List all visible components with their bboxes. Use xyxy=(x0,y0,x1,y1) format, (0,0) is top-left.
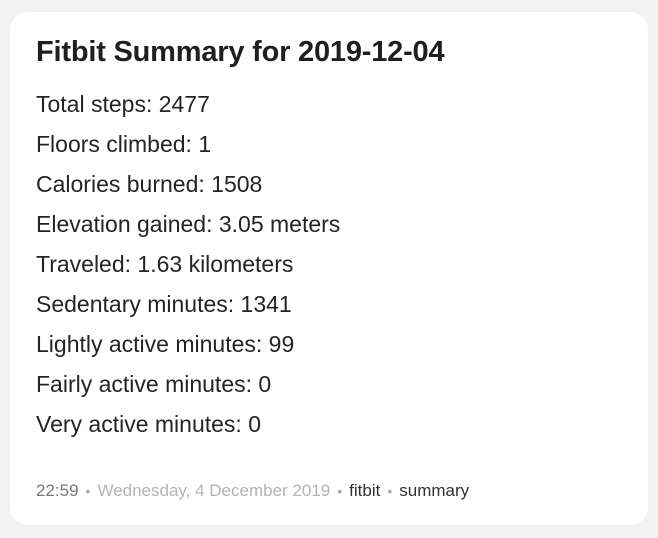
meta-date: Wednesday, 4 December 2019 xyxy=(97,481,331,500)
stat-traveled: Traveled: 1.63 kilometers xyxy=(36,251,294,277)
tag-fitbit[interactable]: fitbit xyxy=(349,481,380,500)
stat-elevation-gained: Elevation gained: 3.05 meters xyxy=(36,211,341,237)
stat-very-active-minutes: Very active minutes: 0 xyxy=(36,411,261,437)
stats-list: Total steps: 2477 Floors climbed: 1 Calo… xyxy=(36,84,622,444)
meta-separator: • xyxy=(387,483,393,499)
stat-fairly-active-minutes: Fairly active minutes: 0 xyxy=(36,371,272,397)
stat-lightly-active-minutes: Lightly active minutes: 99 xyxy=(36,331,295,357)
tag-summary[interactable]: summary xyxy=(399,481,469,500)
stat-sedentary-minutes: Sedentary minutes: 1341 xyxy=(36,291,292,317)
card-meta: 22:59 • Wednesday, 4 December 2019 • fitbit •… xyxy=(36,479,469,503)
summary-card: Fitbit Summary for 2019-12-04 Total step… xyxy=(10,12,648,525)
card-title: Fitbit Summary for 2019-12-04 xyxy=(36,36,445,68)
meta-separator: • xyxy=(337,483,343,499)
meta-time[interactable]: 22:59 xyxy=(36,481,79,500)
stat-calories-burned: Calories burned: 1508 xyxy=(36,171,263,197)
stat-total-steps: Total steps: 2477 xyxy=(36,91,210,117)
stat-floors-climbed: Floors climbed: 1 xyxy=(36,131,212,157)
meta-separator: • xyxy=(85,483,91,499)
